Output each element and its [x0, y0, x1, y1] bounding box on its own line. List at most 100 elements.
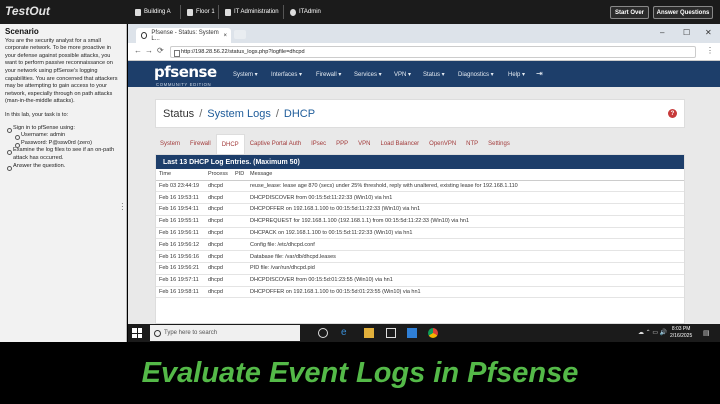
logout-icon[interactable]: ⇥: [536, 69, 543, 78]
building-icon: [135, 8, 141, 16]
browser-window: Pfsense - Status: System L... × – ☐ ✕ ← …: [128, 24, 720, 324]
testout-logo: TestOut: [5, 4, 50, 18]
task-view-icon[interactable]: [318, 328, 328, 338]
url-input[interactable]: http://198.28.56.22/status_logs.php?logf…: [170, 46, 696, 58]
log-time: Feb 16 19:56:21: [156, 262, 205, 275]
close-window-icon[interactable]: ✕: [705, 28, 712, 37]
log-message: reuse_lease: lease age 870 (secs) under …: [247, 180, 684, 193]
menu-vpn[interactable]: VPN ▾: [394, 71, 411, 78]
tab-settings[interactable]: Settings: [483, 134, 515, 154]
tab-captive-portal-auth[interactable]: Captive Portal Auth: [245, 134, 306, 154]
room-icon: [225, 8, 231, 16]
tab-dhcp[interactable]: DHCP: [215, 134, 245, 154]
log-pid: [232, 191, 247, 205]
browser-tab[interactable]: Pfsense - Status: System L... ×: [136, 28, 231, 43]
menu-help[interactable]: Help ▾: [508, 71, 525, 78]
task-item: Sign in to pfSense using:: [5, 125, 121, 133]
panel-title: Last 13 DHCP Log Entries. (Maximum 50): [156, 155, 684, 169]
log-process: dhcpd: [205, 180, 232, 193]
table-header: Time Process PID Message: [156, 169, 684, 181]
start-over-button[interactable]: Start Over: [610, 6, 649, 19]
minimize-icon[interactable]: –: [660, 28, 664, 37]
breadcrumb-system-logs[interactable]: System Logs: [207, 108, 271, 120]
floor-icon: [187, 8, 193, 16]
store-icon[interactable]: [386, 328, 396, 338]
pfsense-logo[interactable]: pfsense COMMUNITY EDITION: [154, 63, 217, 87]
taskbar-clock[interactable]: 8:03 PM 2/16/2025: [670, 326, 692, 340]
tab-openvpn[interactable]: OpenVPN: [424, 134, 461, 154]
log-message: Config file: /etc/dhcpd.conf: [247, 238, 684, 252]
tab-vpn[interactable]: VPN: [353, 134, 375, 154]
menu-services[interactable]: Services ▾: [354, 71, 382, 78]
browser-menu-icon[interactable]: ⋮: [706, 46, 714, 55]
task-list: Sign in to pfSense using: Username: admi…: [0, 125, 126, 171]
log-message: DHCPDISCOVER from 00:15:5d:11:22:33 (Win…: [247, 191, 684, 205]
pfsense-content: Status / System Logs / DHCP ? System Fir…: [128, 87, 720, 324]
log-time: Feb 16 19:55:11: [156, 215, 205, 228]
browser-tab-bar: Pfsense - Status: System L... × – ☐ ✕: [128, 24, 720, 43]
log-time: Feb 16 19:56:11: [156, 227, 205, 240]
tab-ntp[interactable]: NTP: [461, 134, 483, 154]
panel-resize-handle[interactable]: · · ·: [121, 200, 124, 214]
log-pid: [232, 262, 247, 275]
forward-icon[interactable]: →: [145, 46, 153, 55]
new-tab-button[interactable]: [234, 30, 246, 39]
tab-load-balancer[interactable]: Load Balancer: [375, 134, 424, 154]
table-row: Feb 16 19:57:11 dhcpd DHCPDISCOVER from 00…: [156, 274, 684, 287]
breadcrumb: Status / System Logs / DHCP ?: [155, 99, 685, 128]
table-row: Feb 16 19:56:12 dhcpd Config file: /etc/dh…: [156, 238, 684, 252]
close-tab-icon[interactable]: ×: [223, 33, 227, 39]
table-row: Feb 16 19:53:11 dhcpd DHCPDISCOVER from 00…: [156, 191, 684, 205]
mail-icon[interactable]: [407, 328, 417, 338]
tab-ipsec[interactable]: IPsec: [306, 134, 331, 154]
menu-firewall[interactable]: Firewall ▾: [316, 71, 341, 78]
log-process: dhcpd: [205, 227, 232, 240]
maximize-icon[interactable]: ☐: [683, 28, 690, 37]
menu-system[interactable]: System ▾: [233, 71, 258, 78]
breadcrumb-status: Status: [163, 107, 195, 120]
chrome-icon[interactable]: [428, 328, 438, 338]
address-bar: ← → ⟳ http://198.28.56.22/status_logs.ph…: [128, 43, 720, 61]
location-computer[interactable]: ITAdmin: [283, 5, 321, 19]
log-message: DHCPREQUEST for 192.168.1.100 (192.168.1…: [247, 215, 684, 228]
table-row: Feb 16 19:56:11 dhcpd DHCPACK on 192.168.1…: [156, 227, 684, 240]
back-icon[interactable]: ←: [134, 46, 142, 55]
menu-status[interactable]: Status ▾: [423, 71, 445, 78]
reload-icon[interactable]: ⟳: [157, 46, 164, 55]
table-row: Feb 03 23:44:19 dhcpd reuse_lease: lease a…: [156, 180, 684, 193]
table-row: Feb 16 19:54:11 dhcpd DHCPOFFER on 192.168…: [156, 203, 684, 216]
tab-system[interactable]: System: [155, 134, 185, 154]
lab-top-bar: TestOut Building A Floor 1 IT Administra…: [0, 0, 720, 24]
log-process: dhcpd: [205, 262, 232, 275]
task-heading: In this lab, your task is to:: [5, 111, 69, 118]
breadcrumb-dhcp[interactable]: DHCP: [284, 108, 315, 120]
edge-icon[interactable]: e: [341, 327, 351, 338]
menu-diagnostics[interactable]: Diagnostics ▾: [458, 71, 494, 78]
pfsense-navbar: pfsense COMMUNITY EDITION System ▾ Inter…: [128, 61, 720, 87]
notifications-icon[interactable]: ▤: [703, 329, 710, 337]
table-row: Feb 16 19:56:16 dhcpd Database file: /var/…: [156, 250, 684, 264]
help-icon[interactable]: ?: [668, 109, 677, 118]
log-process: dhcpd: [205, 238, 232, 252]
location-building[interactable]: Building A: [135, 5, 171, 19]
log-process: dhcpd: [205, 203, 232, 216]
file-explorer-icon[interactable]: [364, 328, 374, 338]
location-floor[interactable]: Floor 1: [180, 5, 215, 19]
answer-questions-button[interactable]: Answer Questions: [653, 6, 713, 19]
system-tray-icons[interactable]: ☁ ⌃ ▭ 🔊: [638, 329, 667, 336]
log-message: PID file: /var/run/dhcpd.pid: [247, 262, 684, 275]
log-process: dhcpd: [205, 191, 232, 205]
windows-start-icon[interactable]: [132, 328, 142, 338]
log-time: Feb 16 19:57:11: [156, 274, 205, 287]
menu-interfaces[interactable]: Interfaces ▾: [271, 71, 302, 78]
log-pid: [232, 180, 247, 193]
log-pid: [232, 238, 247, 252]
location-room[interactable]: IT Administration: [218, 5, 279, 19]
table-row: Feb 16 19:56:21 dhcpd PID file: /var/run/d…: [156, 262, 684, 275]
tab-ppp[interactable]: PPP: [331, 134, 353, 154]
col-time: Time: [156, 169, 205, 181]
log-pid: [232, 286, 247, 299]
taskbar-search-input[interactable]: Type here to search: [150, 325, 300, 341]
tab-firewall[interactable]: Firewall: [185, 134, 216, 154]
dhcp-log-panel: Last 13 DHCP Log Entries. (Maximum 50) T…: [155, 154, 685, 324]
